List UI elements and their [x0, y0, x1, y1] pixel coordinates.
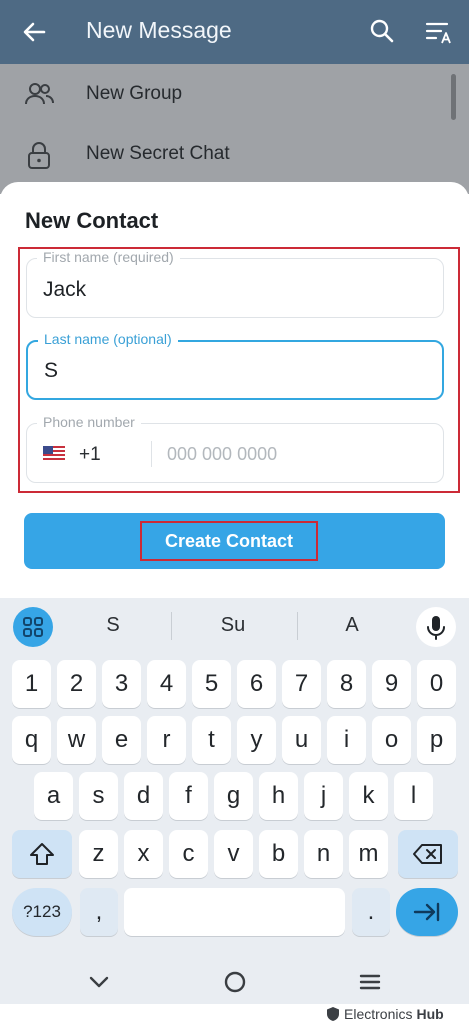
phone-number-label: Phone number	[37, 414, 141, 430]
system-navigation-bar	[0, 960, 469, 1004]
last-name-label: Last name (optional)	[38, 331, 178, 347]
key-4[interactable]: 4	[147, 660, 186, 708]
key-v[interactable]: v	[214, 830, 253, 878]
key-b[interactable]: b	[259, 830, 298, 878]
last-name-field[interactable]: Last name (optional) S	[26, 331, 444, 400]
create-contact-label: Create Contact	[140, 521, 318, 561]
first-name-field[interactable]: First name (required) Jack	[26, 249, 444, 318]
app-bar: New Message	[0, 0, 469, 64]
key-0[interactable]: 0	[417, 660, 456, 708]
new-contact-sheet: New Contact First name (required) Jack L…	[0, 182, 469, 602]
period-key[interactable]: .	[352, 888, 390, 936]
space-key[interactable]	[124, 888, 345, 936]
key-9[interactable]: 9	[372, 660, 411, 708]
scrollbar[interactable]	[451, 74, 456, 120]
backspace-icon	[413, 844, 442, 864]
watermark-bold-text: Hub	[416, 1006, 444, 1022]
key-h[interactable]: h	[259, 772, 298, 820]
watermark: Electronics Hub	[326, 1004, 444, 1024]
key-w[interactable]: w	[57, 716, 96, 764]
key-f[interactable]: f	[169, 772, 208, 820]
sheet-title: New Contact	[25, 208, 159, 233]
key-d[interactable]: d	[124, 772, 163, 820]
phone-number-input[interactable]: 000 000 0000	[167, 444, 277, 465]
key-e[interactable]: e	[102, 716, 141, 764]
list-item-label: New Group	[86, 83, 183, 104]
key-k[interactable]: k	[349, 772, 388, 820]
watermark-text: Electronics	[344, 1006, 413, 1022]
suggestion-divider	[297, 612, 298, 640]
phone-number-field[interactable]: Phone number +1 000 000 0000	[26, 414, 444, 483]
lock-icon	[28, 142, 50, 169]
comma-key[interactable]: ,	[80, 888, 118, 936]
key-8[interactable]: 8	[327, 660, 366, 708]
key-m[interactable]: m	[349, 830, 388, 878]
key-s[interactable]: s	[79, 772, 118, 820]
tab-arrow-icon	[413, 902, 440, 922]
list-item-new-secret-chat[interactable]: New Secret Chat	[0, 124, 469, 184]
suggestion-2[interactable]: Su	[203, 614, 263, 637]
key-i[interactable]: i	[327, 716, 366, 764]
key-a[interactable]: a	[34, 772, 73, 820]
grid-icon	[23, 617, 43, 637]
shift-key[interactable]	[12, 830, 72, 878]
key-u[interactable]: u	[282, 716, 321, 764]
key-7[interactable]: 7	[282, 660, 321, 708]
key-o[interactable]: o	[372, 716, 411, 764]
sort-alpha-icon[interactable]	[425, 18, 455, 46]
key-n[interactable]: n	[304, 830, 343, 878]
country-code[interactable]: +1	[79, 444, 101, 466]
key-r[interactable]: r	[147, 716, 186, 764]
next-key[interactable]	[396, 888, 458, 936]
microphone-icon	[427, 616, 445, 640]
arrow-left-icon[interactable]	[20, 18, 48, 46]
key-1[interactable]: 1	[12, 660, 51, 708]
keyboard: S Su A 1234567890 qwertyuiop asdfghjkl z…	[0, 598, 469, 1006]
apps-grid-button[interactable]	[13, 607, 53, 647]
symbols-key[interactable]: ?123	[12, 888, 72, 936]
shield-logo-icon	[327, 1007, 339, 1021]
page-title: New Message	[86, 17, 232, 43]
key-c[interactable]: c	[169, 830, 208, 878]
list-item-label: New Secret Chat	[86, 143, 230, 164]
chevron-down-icon[interactable]	[85, 968, 113, 996]
key-y[interactable]: y	[237, 716, 276, 764]
action-list: New Group New Secret Chat	[0, 64, 469, 194]
first-name-label: First name (required)	[37, 249, 180, 265]
key-p[interactable]: p	[417, 716, 456, 764]
microphone-button[interactable]	[416, 607, 456, 647]
suggestion-divider	[171, 612, 172, 640]
key-l[interactable]: l	[394, 772, 433, 820]
key-6[interactable]: 6	[237, 660, 276, 708]
suggestion-bar: S Su A	[0, 598, 469, 652]
phone-divider	[151, 441, 152, 467]
us-flag-icon[interactable]	[43, 446, 65, 461]
suggestion-3[interactable]: A	[322, 614, 382, 637]
menu-icon[interactable]	[356, 968, 384, 996]
home-circle-icon[interactable]	[221, 968, 249, 996]
group-icon	[25, 83, 54, 105]
key-t[interactable]: t	[192, 716, 231, 764]
key-q[interactable]: q	[12, 716, 51, 764]
key-j[interactable]: j	[304, 772, 343, 820]
backspace-key[interactable]	[398, 830, 458, 878]
create-contact-button[interactable]: Create Contact	[24, 513, 445, 569]
key-g[interactable]: g	[214, 772, 253, 820]
key-2[interactable]: 2	[57, 660, 96, 708]
key-3[interactable]: 3	[102, 660, 141, 708]
key-z[interactable]: z	[79, 830, 118, 878]
suggestion-1[interactable]: S	[83, 614, 143, 637]
search-icon[interactable]	[369, 18, 395, 44]
key-x[interactable]: x	[124, 830, 163, 878]
shift-icon	[30, 843, 54, 865]
list-item-new-group[interactable]: New Group	[0, 64, 469, 124]
key-5[interactable]: 5	[192, 660, 231, 708]
first-name-value: Jack	[43, 278, 87, 301]
last-name-value: S	[44, 359, 59, 382]
